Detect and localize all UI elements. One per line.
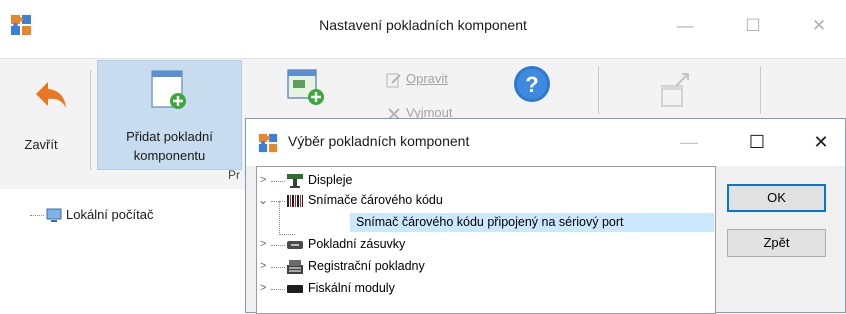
tree-item-displays[interactable]: > Displeje xyxy=(257,172,697,190)
add-window-button[interactable] xyxy=(286,66,326,112)
tree-item-label: Snímače čárového kódu xyxy=(308,193,443,207)
fiscal-module-icon xyxy=(286,283,304,298)
edit-button[interactable]: Opravit xyxy=(386,70,486,90)
tree-item-label: Snímač čárového kódu připojený na sériov… xyxy=(356,215,624,229)
minimize-button[interactable]: — xyxy=(662,12,708,42)
drawer-icon xyxy=(286,238,304,255)
tree-item-label: Pokladní zásuvky xyxy=(308,237,406,251)
component-picker-dialog: Výběr pokladních komponent — ☐ ✕ > Displ… xyxy=(245,118,846,314)
add-component-icon xyxy=(148,69,190,114)
back-button[interactable]: Zpět xyxy=(727,229,826,257)
chevron-right-icon[interactable]: > xyxy=(260,282,266,294)
dialog-close-button[interactable]: ✕ xyxy=(798,128,844,158)
maximize-button[interactable]: ☐ xyxy=(730,12,776,42)
ribbon-separator xyxy=(90,70,91,170)
tree-item-serial-barcode-scanner[interactable]: Snímač čárového kódu připojený na sériov… xyxy=(350,213,714,232)
add-component-button[interactable]: Přidat pokladní komponentu xyxy=(97,60,242,170)
chevron-right-icon[interactable]: > xyxy=(260,174,266,186)
ribbon-group-label: Pr xyxy=(228,168,240,182)
ribbon-separator xyxy=(760,66,761,114)
edit-label: Opravit xyxy=(406,71,448,86)
tree-item-cash-registers[interactable]: > Registrační pokladny xyxy=(257,258,697,276)
help-icon: ? xyxy=(512,66,552,107)
chevron-right-icon[interactable]: > xyxy=(260,238,266,250)
remove-icon xyxy=(386,106,402,118)
add-window-icon xyxy=(286,69,326,111)
main-title-bar: Nastavení pokladních komponent — ☐ ✕ xyxy=(0,0,846,58)
add-component-label-line1: Přidat pokladní xyxy=(126,129,213,144)
dialog-minimize-button[interactable]: — xyxy=(666,128,712,158)
tree-item-label: Lokální počítač xyxy=(66,207,154,222)
display-icon xyxy=(286,173,304,192)
close-button-label: Zavřít xyxy=(24,137,58,152)
edit-icon xyxy=(386,72,402,91)
barcode-icon xyxy=(286,194,304,211)
window-title: Nastavení pokladních komponent xyxy=(319,17,527,33)
export-icon xyxy=(660,73,694,113)
close-button[interactable]: Zavřít xyxy=(12,64,90,164)
svg-text:?: ? xyxy=(525,72,538,97)
tree-item-label: Fiskální moduly xyxy=(308,281,395,295)
component-type-tree[interactable]: > Displeje ⌄ Snímače čárového kódu Sníma… xyxy=(256,166,716,314)
tree-item-fiscal-modules[interactable]: > Fiskální moduly xyxy=(257,280,697,298)
close-window-button[interactable]: ✕ xyxy=(796,12,842,42)
ok-button[interactable]: OK xyxy=(727,184,826,212)
tree-item-label: Displeje xyxy=(308,173,353,187)
register-icon xyxy=(286,259,304,278)
dialog-title: Výběr pokladních komponent xyxy=(288,133,470,149)
tree-item-cash-drawers[interactable]: > Pokladní zásuvky xyxy=(257,236,697,254)
computer-icon xyxy=(46,207,62,226)
dialog-maximize-button[interactable]: ☐ xyxy=(734,128,780,158)
tree-item-barcode-scanners[interactable]: ⌄ Snímače čárového kódu xyxy=(257,192,697,210)
tree-item-label: Registrační pokladny xyxy=(308,259,425,273)
chevron-down-icon[interactable]: ⌄ xyxy=(258,193,268,207)
add-component-label-line2: komponentu xyxy=(133,148,206,163)
remove-button[interactable]: Vyjmout xyxy=(386,104,486,118)
remove-label: Vyjmout xyxy=(406,105,453,118)
back-arrow-icon xyxy=(34,80,68,113)
ribbon-separator xyxy=(598,66,599,114)
help-button[interactable]: ? xyxy=(512,64,552,104)
chevron-right-icon[interactable]: > xyxy=(260,260,266,272)
dialog-title-bar: Výběr pokladních komponent — ☐ ✕ xyxy=(246,119,845,166)
component-tree-panel: Lokální počítač xyxy=(0,189,247,313)
export-button[interactable] xyxy=(660,72,694,112)
puzzle-icon xyxy=(258,133,278,156)
